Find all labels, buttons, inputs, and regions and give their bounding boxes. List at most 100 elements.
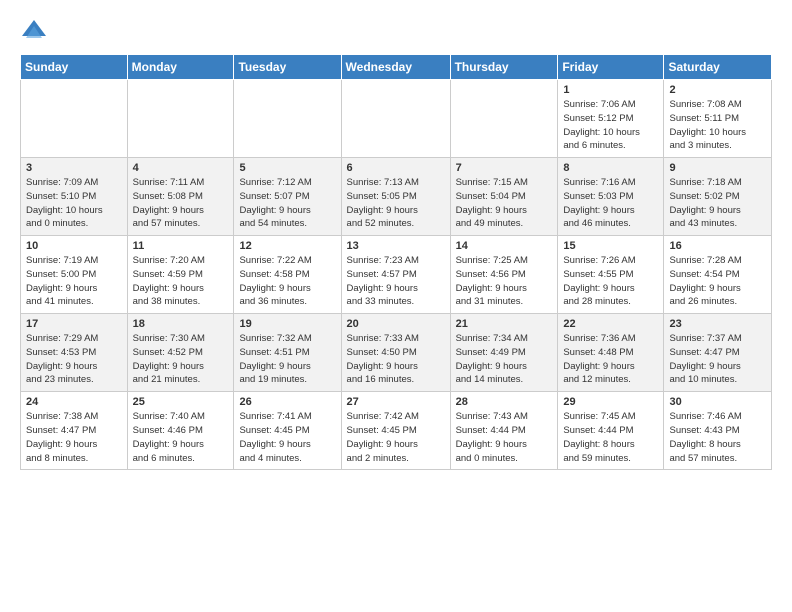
day-info: Sunrise: 7:34 AM Sunset: 4:49 PM Dayligh… (456, 332, 553, 387)
day-number: 1 (563, 84, 658, 96)
calendar-cell: 16 Sunrise: 7:28 AM Sunset: 4:54 PM Dayli… (664, 236, 772, 314)
day-number: 21 (456, 318, 553, 330)
header (20, 16, 772, 44)
day-number: 6 (347, 162, 445, 174)
day-number: 3 (26, 162, 122, 174)
day-info: Sunrise: 7:33 AM Sunset: 4:50 PM Dayligh… (347, 332, 445, 387)
day-info: Sunrise: 7:26 AM Sunset: 4:55 PM Dayligh… (563, 254, 658, 309)
page: SundayMondayTuesdayWednesdayThursdayFrid… (0, 0, 792, 486)
day-number: 24 (26, 396, 122, 408)
day-info: Sunrise: 7:08 AM Sunset: 5:11 PM Dayligh… (669, 98, 766, 153)
day-number: 26 (239, 396, 335, 408)
calendar-cell (450, 80, 558, 158)
calendar-cell: 5 Sunrise: 7:12 AM Sunset: 5:07 PM Daylig… (234, 158, 341, 236)
day-number: 16 (669, 240, 766, 252)
day-info: Sunrise: 7:36 AM Sunset: 4:48 PM Dayligh… (563, 332, 658, 387)
day-info: Sunrise: 7:42 AM Sunset: 4:45 PM Dayligh… (347, 410, 445, 465)
week-row-1: 1Sunrise: 7:06 AM Sunset: 5:12 PM Daylig… (21, 80, 772, 158)
day-info: Sunrise: 7:37 AM Sunset: 4:47 PM Dayligh… (669, 332, 766, 387)
calendar-cell: 18Sunrise: 7:30 AM Sunset: 4:52 PM Dayli… (127, 314, 234, 392)
day-number: 23 (669, 318, 766, 330)
calendar-cell: 9 Sunrise: 7:18 AM Sunset: 5:02 PM Daylig… (664, 158, 772, 236)
calendar-cell: 1Sunrise: 7:06 AM Sunset: 5:12 PM Daylig… (558, 80, 664, 158)
week-row-3: 10 Sunrise: 7:19 AM Sunset: 5:00 PM Dayli… (21, 236, 772, 314)
day-number: 29 (563, 396, 658, 408)
week-row-5: 24Sunrise: 7:38 AM Sunset: 4:47 PM Dayli… (21, 392, 772, 470)
day-info: Sunrise: 7:15 AM Sunset: 5:04 PM Dayligh… (456, 176, 553, 231)
calendar-cell: 26 Sunrise: 7:41 AM Sunset: 4:45 PM Dayli… (234, 392, 341, 470)
day-number: 25 (133, 396, 229, 408)
week-row-2: 3 Sunrise: 7:09 AM Sunset: 5:10 PM Daylig… (21, 158, 772, 236)
calendar-cell: 11 Sunrise: 7:20 AM Sunset: 4:59 PM Dayli… (127, 236, 234, 314)
calendar-header-row: SundayMondayTuesdayWednesdayThursdayFrid… (21, 55, 772, 80)
calendar-cell: 28 Sunrise: 7:43 AM Sunset: 4:44 PM Dayli… (450, 392, 558, 470)
day-number: 17 (26, 318, 122, 330)
weekday-header-saturday: Saturday (664, 55, 772, 80)
calendar-cell: 23 Sunrise: 7:37 AM Sunset: 4:47 PM Dayli… (664, 314, 772, 392)
calendar-cell: 20 Sunrise: 7:33 AM Sunset: 4:50 PM Dayli… (341, 314, 450, 392)
calendar-cell: 25 Sunrise: 7:40 AM Sunset: 4:46 PM Dayli… (127, 392, 234, 470)
calendar-cell (341, 80, 450, 158)
day-number: 10 (26, 240, 122, 252)
day-info: Sunrise: 7:32 AM Sunset: 4:51 PM Dayligh… (239, 332, 335, 387)
day-info: Sunrise: 7:29 AM Sunset: 4:53 PM Dayligh… (26, 332, 122, 387)
calendar-cell: 22 Sunrise: 7:36 AM Sunset: 4:48 PM Dayli… (558, 314, 664, 392)
calendar-cell: 30 Sunrise: 7:46 AM Sunset: 4:43 PM Dayli… (664, 392, 772, 470)
calendar-cell (234, 80, 341, 158)
day-info: Sunrise: 7:12 AM Sunset: 5:07 PM Dayligh… (239, 176, 335, 231)
day-info: Sunrise: 7:43 AM Sunset: 4:44 PM Dayligh… (456, 410, 553, 465)
weekday-header-wednesday: Wednesday (341, 55, 450, 80)
calendar-cell (21, 80, 128, 158)
day-number: 2 (669, 84, 766, 96)
logo-icon (20, 16, 48, 44)
weekday-header-tuesday: Tuesday (234, 55, 341, 80)
day-info: Sunrise: 7:25 AM Sunset: 4:56 PM Dayligh… (456, 254, 553, 309)
day-number: 9 (669, 162, 766, 174)
logo (20, 16, 50, 44)
calendar-cell: 4Sunrise: 7:11 AM Sunset: 5:08 PM Daylig… (127, 158, 234, 236)
day-number: 7 (456, 162, 553, 174)
day-number: 8 (563, 162, 658, 174)
day-number: 22 (563, 318, 658, 330)
calendar-cell: 6Sunrise: 7:13 AM Sunset: 5:05 PM Daylig… (341, 158, 450, 236)
day-number: 11 (133, 240, 229, 252)
day-number: 15 (563, 240, 658, 252)
calendar-cell: 8Sunrise: 7:16 AM Sunset: 5:03 PM Daylig… (558, 158, 664, 236)
calendar-cell: 12Sunrise: 7:22 AM Sunset: 4:58 PM Dayli… (234, 236, 341, 314)
day-number: 12 (239, 240, 335, 252)
day-info: Sunrise: 7:18 AM Sunset: 5:02 PM Dayligh… (669, 176, 766, 231)
day-number: 13 (347, 240, 445, 252)
day-info: Sunrise: 7:23 AM Sunset: 4:57 PM Dayligh… (347, 254, 445, 309)
day-info: Sunrise: 7:09 AM Sunset: 5:10 PM Dayligh… (26, 176, 122, 231)
week-row-4: 17 Sunrise: 7:29 AM Sunset: 4:53 PM Dayli… (21, 314, 772, 392)
calendar-cell: 7 Sunrise: 7:15 AM Sunset: 5:04 PM Daylig… (450, 158, 558, 236)
day-number: 19 (239, 318, 335, 330)
calendar-cell: 17 Sunrise: 7:29 AM Sunset: 4:53 PM Dayli… (21, 314, 128, 392)
day-info: Sunrise: 7:20 AM Sunset: 4:59 PM Dayligh… (133, 254, 229, 309)
day-number: 4 (133, 162, 229, 174)
day-number: 5 (239, 162, 335, 174)
calendar-cell: 14 Sunrise: 7:25 AM Sunset: 4:56 PM Dayli… (450, 236, 558, 314)
weekday-header-monday: Monday (127, 55, 234, 80)
day-info: Sunrise: 7:19 AM Sunset: 5:00 PM Dayligh… (26, 254, 122, 309)
day-info: Sunrise: 7:45 AM Sunset: 4:44 PM Dayligh… (563, 410, 658, 465)
day-info: Sunrise: 7:28 AM Sunset: 4:54 PM Dayligh… (669, 254, 766, 309)
calendar-cell: 21 Sunrise: 7:34 AM Sunset: 4:49 PM Dayli… (450, 314, 558, 392)
calendar-cell: 13 Sunrise: 7:23 AM Sunset: 4:57 PM Dayli… (341, 236, 450, 314)
day-info: Sunrise: 7:40 AM Sunset: 4:46 PM Dayligh… (133, 410, 229, 465)
day-number: 30 (669, 396, 766, 408)
calendar-cell: 2 Sunrise: 7:08 AM Sunset: 5:11 PM Daylig… (664, 80, 772, 158)
day-info: Sunrise: 7:30 AM Sunset: 4:52 PM Dayligh… (133, 332, 229, 387)
day-number: 14 (456, 240, 553, 252)
day-number: 27 (347, 396, 445, 408)
day-info: Sunrise: 7:46 AM Sunset: 4:43 PM Dayligh… (669, 410, 766, 465)
day-number: 28 (456, 396, 553, 408)
calendar-table: SundayMondayTuesdayWednesdayThursdayFrid… (20, 54, 772, 470)
calendar-cell: 19 Sunrise: 7:32 AM Sunset: 4:51 PM Dayli… (234, 314, 341, 392)
calendar-body: 1Sunrise: 7:06 AM Sunset: 5:12 PM Daylig… (21, 80, 772, 470)
calendar-cell: 10 Sunrise: 7:19 AM Sunset: 5:00 PM Dayli… (21, 236, 128, 314)
calendar-cell: 15 Sunrise: 7:26 AM Sunset: 4:55 PM Dayli… (558, 236, 664, 314)
day-number: 20 (347, 318, 445, 330)
calendar-cell: 3 Sunrise: 7:09 AM Sunset: 5:10 PM Daylig… (21, 158, 128, 236)
day-info: Sunrise: 7:41 AM Sunset: 4:45 PM Dayligh… (239, 410, 335, 465)
